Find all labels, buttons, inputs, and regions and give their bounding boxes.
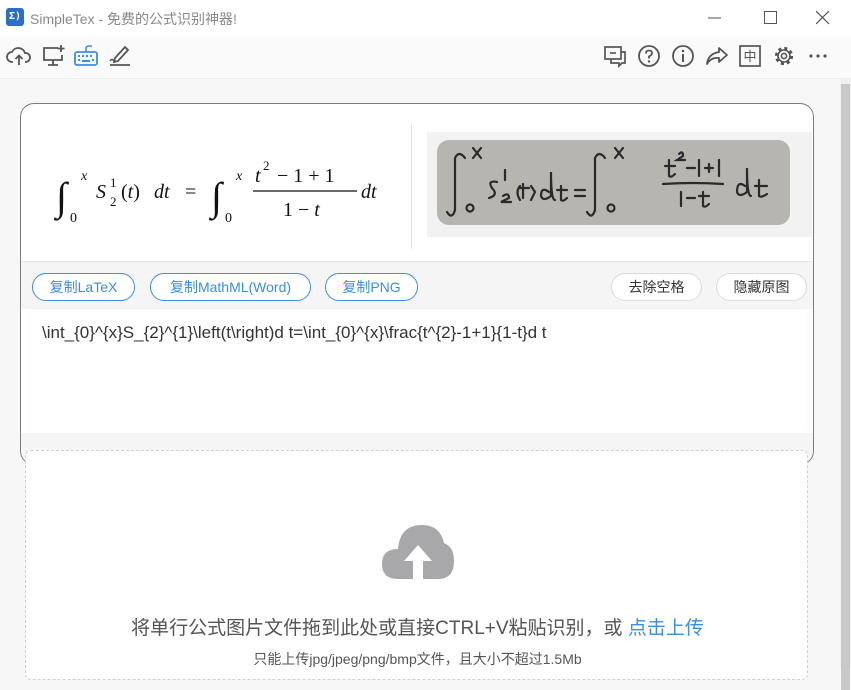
language-button[interactable]: 中 bbox=[737, 43, 763, 69]
help-icon bbox=[638, 45, 660, 67]
share-icon bbox=[706, 47, 728, 65]
cloud-upload-button[interactable] bbox=[6, 43, 32, 69]
svg-text:− 1 + 1: − 1 + 1 bbox=[277, 165, 335, 187]
keyboard-input-button[interactable] bbox=[73, 43, 99, 69]
feedback-icon bbox=[604, 46, 626, 69]
svg-text:0: 0 bbox=[70, 211, 77, 226]
upload-instructions-text: 将单行公式图片文件拖到此处或直接CTRL+V粘贴识别，或 bbox=[131, 618, 628, 639]
scrollbar-thumb[interactable] bbox=[841, 84, 850, 690]
svg-text:∫: ∫ bbox=[53, 174, 70, 221]
info-button[interactable] bbox=[670, 43, 696, 69]
maximize-icon bbox=[764, 11, 777, 24]
window-title: SimpleTex - 免费的公式识别神器! bbox=[30, 11, 237, 27]
svg-text:2: 2 bbox=[110, 194, 117, 209]
svg-text:∫: ∫ bbox=[208, 174, 225, 221]
close-icon bbox=[816, 11, 830, 25]
handwriting-icon bbox=[109, 45, 130, 66]
original-image bbox=[427, 132, 812, 237]
upload-cloud-icon bbox=[380, 521, 456, 584]
svg-text:1 − t: 1 − t bbox=[283, 199, 320, 221]
svg-text:0: 0 bbox=[225, 211, 232, 226]
click-upload-link[interactable]: 点击上传 bbox=[628, 618, 704, 639]
feedback-button[interactable] bbox=[602, 43, 628, 69]
copy-latex-button[interactable]: 复制LaTeX bbox=[32, 273, 135, 301]
svg-text:t: t bbox=[255, 165, 261, 187]
app-logo: Σ) bbox=[6, 8, 24, 26]
svg-text:(t): (t) bbox=[121, 181, 140, 203]
original-image-photo bbox=[437, 140, 790, 225]
title-bar: Σ) SimpleTex - 免费的公式识别神器! bbox=[0, 0, 851, 36]
help-button[interactable] bbox=[636, 43, 662, 69]
svg-text:=: = bbox=[185, 181, 196, 203]
svg-text:1: 1 bbox=[110, 175, 117, 190]
remove-spaces-button[interactable]: 去除空格 bbox=[611, 273, 702, 301]
latex-code-text[interactable]: \int_{0}^{x}S_{2}^{1}\left(t\right)d t=\… bbox=[42, 323, 547, 343]
upload-drop-zone[interactable]: 将单行公式图片文件拖到此处或直接CTRL+V粘贴识别，或 点击上传 只能上传jp… bbox=[25, 450, 808, 680]
result-card: ∫ x 0 S 1 2 (t) dt = ∫ x 0 t 2 − 1 + 1 1… bbox=[20, 103, 814, 465]
screen-capture-icon bbox=[43, 45, 65, 66]
keyboard-icon bbox=[74, 45, 98, 66]
svg-text:x: x bbox=[80, 169, 88, 184]
maximize-button[interactable] bbox=[743, 0, 799, 36]
svg-text:S: S bbox=[96, 181, 106, 203]
settings-icon bbox=[774, 46, 794, 66]
svg-text:x: x bbox=[235, 169, 243, 184]
share-button[interactable] bbox=[704, 43, 730, 69]
handwriting-button[interactable] bbox=[107, 43, 133, 69]
svg-text:dt: dt bbox=[361, 181, 377, 203]
close-button[interactable] bbox=[795, 0, 851, 36]
action-button-bar: 复制LaTeX 复制MathML(Word) 复制PNG 去除空格 隐藏原图 bbox=[21, 261, 813, 309]
cloud-upload-icon bbox=[6, 47, 31, 65]
more-button[interactable] bbox=[805, 43, 831, 69]
language-label: 中 bbox=[743, 50, 756, 65]
upload-instructions: 将单行公式图片文件拖到此处或直接CTRL+V粘贴识别，或 点击上传 bbox=[26, 613, 809, 640]
minimize-icon bbox=[708, 17, 721, 19]
svg-text:2: 2 bbox=[263, 158, 270, 173]
latex-code-editor[interactable]: \int_{0}^{x}S_{2}^{1}\left(t\right)d t=\… bbox=[30, 309, 806, 433]
scrollbar[interactable] bbox=[840, 78, 851, 690]
copy-png-button[interactable]: 复制PNG bbox=[325, 273, 418, 301]
settings-button[interactable] bbox=[771, 43, 797, 69]
copy-mathml-button[interactable]: 复制MathML(Word) bbox=[150, 273, 311, 301]
upload-file-note: 只能上传jpg/jpeg/png/bmp文件，且大小不超过1.5Mb bbox=[253, 651, 582, 667]
hide-original-button[interactable]: 隐藏原图 bbox=[716, 273, 807, 301]
screen-capture-button[interactable] bbox=[40, 43, 66, 69]
rendered-formula: ∫ x 0 S 1 2 (t) dt = ∫ x 0 t 2 − 1 + 1 1… bbox=[51, 154, 411, 234]
minimize-button[interactable] bbox=[687, 0, 743, 36]
svg-text:dt: dt bbox=[154, 181, 170, 203]
language-icon: 中 bbox=[739, 45, 761, 67]
formula-divider bbox=[411, 124, 412, 249]
more-icon bbox=[809, 54, 827, 58]
toolbar: 中 bbox=[0, 36, 851, 79]
info-icon bbox=[672, 45, 694, 67]
